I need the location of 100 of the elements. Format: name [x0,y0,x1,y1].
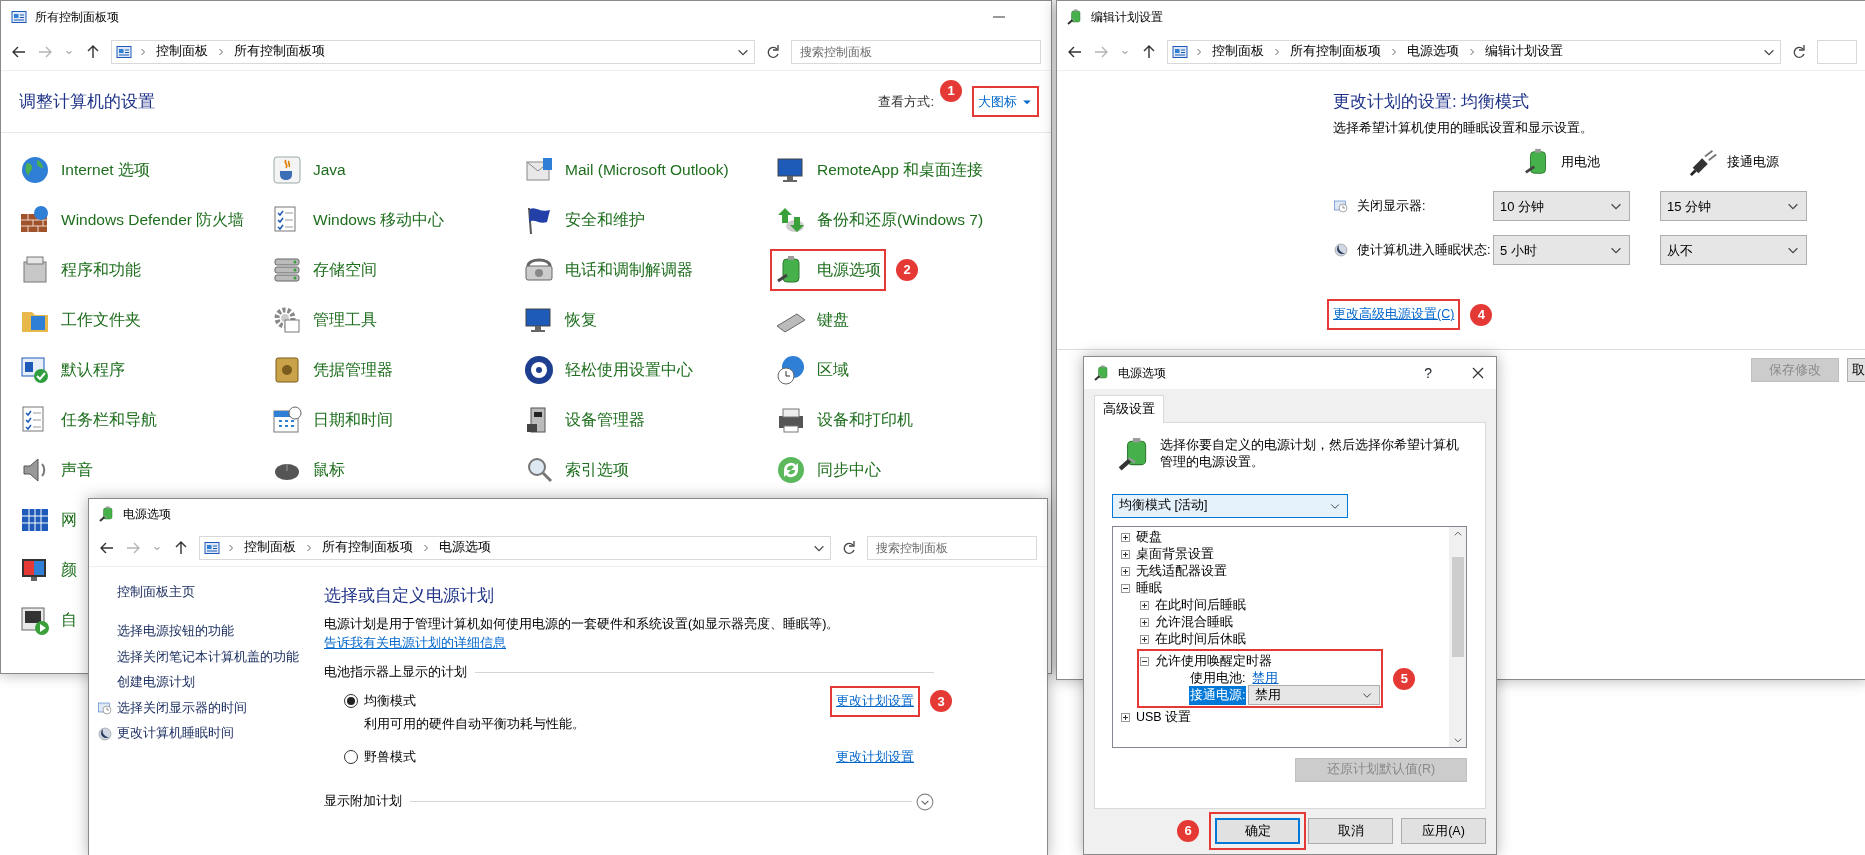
sidebar-link[interactable]: 控制面板主页 [117,583,195,603]
control-panel-link[interactable]: 安全和维护 [565,210,645,230]
refresh-icon[interactable] [841,539,857,556]
control-panel-link[interactable]: Windows Defender 防火墙 [61,210,245,230]
control-panel-link[interactable]: 日期和时间 [313,410,393,430]
collapse-icon[interactable] [1140,656,1149,666]
search-field[interactable]: 搜索控制面板 [791,39,1041,64]
control-panel-link[interactable]: 设备管理器 [565,410,645,430]
control-panel-link[interactable]: Java [313,160,346,180]
plan-dropdown[interactable]: 均衡模式 [活动] [1112,493,1348,518]
breadcrumb[interactable]: 所有控制面板项 [1288,42,1383,61]
footer-button[interactable]: 取 [1847,358,1865,382]
control-panel-link[interactable]: 索引选项 [565,460,629,480]
dropdown[interactable]: 从不 [1660,235,1807,266]
dropdown[interactable]: 禁用 [1248,685,1381,706]
sidebar-link[interactable]: 选择关闭显示器的时间 [117,698,247,718]
control-panel-link[interactable]: 恢复 [565,310,597,330]
control-panel-link[interactable]: Windows 移动中心 [313,210,445,230]
up-arrow-icon[interactable] [173,539,189,556]
control-panel-link[interactable]: 轻松使用设置中心 [565,360,693,380]
view-dropdown[interactable]: 大图标 [978,91,1033,112]
breadcrumb[interactable]: 编辑计划设置 [1483,42,1565,61]
sidebar-link[interactable]: 选择关闭笔记本计算机盖的功能 [117,647,299,668]
control-panel-link[interactable]: 颜 [61,560,77,580]
control-panel-link[interactable]: 网 [61,510,77,530]
control-panel-link[interactable]: Internet 选项 [61,160,150,180]
tree-item[interactable]: 桌面背景设置 [1136,544,1214,564]
control-panel-link[interactable]: 备份和还原(Windows 7) [817,210,984,230]
sync-icon [775,454,807,486]
refresh-icon[interactable] [765,43,781,60]
breadcrumb[interactable]: 电源选项 [1405,42,1461,61]
control-panel-link[interactable]: 存储空间 [313,260,377,280]
control-panel-link[interactable]: 管理工具 [313,310,377,330]
control-panel-link[interactable]: Mail (Microsoft Outlook) [565,160,729,180]
control-panel-link[interactable]: 电话和调制解调器 [565,260,693,280]
plan-settings-link[interactable]: 更改计划设置 [836,692,914,711]
tree-item[interactable]: 无线适配器设置 [1136,561,1227,581]
control-panel-link[interactable]: 任务栏和导航 [61,410,157,430]
scrollbar[interactable] [1449,526,1466,747]
tree-item[interactable]: 硬盘 [1136,527,1162,547]
expand-icon[interactable] [1140,634,1149,644]
tree-item[interactable]: 允许混合睡眠 [1155,612,1233,632]
refresh-icon[interactable] [1791,43,1807,60]
breadcrumb[interactable]: 所有控制面板项 [232,42,327,61]
control-panel-link[interactable]: 工作文件夹 [61,310,141,330]
control-panel-link[interactable]: 同步中心 [817,460,881,480]
close-icon[interactable] [1470,365,1486,381]
expand-icon[interactable] [1121,532,1130,542]
radio-button[interactable] [344,749,358,764]
breadcrumb[interactable]: 所有控制面板项 [320,538,415,557]
dropdown[interactable]: 10 分钟 [1493,191,1630,222]
expand-icon[interactable] [1140,617,1149,627]
control-panel-link[interactable]: RemoteApp 和桌面连接 [817,160,984,180]
control-panel-link[interactable]: 设备和打印机 [817,410,913,430]
help-link[interactable]: 告诉我有关电源计划的详细信息 [324,635,506,650]
sidebar-link[interactable]: 更改计算机睡眠时间 [117,723,234,744]
tree-item[interactable]: USB 设置 [1136,707,1192,727]
dialog-button[interactable]: 确定 [1215,818,1300,844]
tree-item[interactable]: 在此时间后休眠 [1155,629,1246,649]
radio-button[interactable] [344,694,358,709]
expand-icon[interactable] [1121,712,1130,722]
expand-icon[interactable] [1140,600,1149,610]
breadcrumb[interactable]: 控制面板 [1210,42,1266,61]
dialog-button[interactable]: 取消 [1308,818,1393,844]
tree-item[interactable]: 睡眠 [1136,578,1162,598]
help-button[interactable]: ? [1424,362,1432,384]
breadcrumb[interactable]: 电源选项 [437,538,493,557]
control-panel-link[interactable]: 电源选项 [817,260,881,280]
address-bar[interactable]: 控制面板 所有控制面板项 [111,39,755,64]
clock-icon [97,700,113,717]
expand-icon[interactable] [1121,566,1130,576]
dropdown[interactable]: 15 分钟 [1660,191,1807,222]
up-arrow-icon[interactable] [85,43,101,60]
address-bar[interactable]: 控制面板 所有控制面板项 电源选项 编辑计划设置 [1167,39,1781,64]
breadcrumb[interactable]: 控制面板 [242,538,298,557]
breadcrumb[interactable]: 控制面板 [154,42,210,61]
address-bar[interactable]: 控制面板 所有控制面板项 电源选项 [199,535,831,560]
advanced-settings-link[interactable]: 更改高级电源设置(C) [1333,305,1455,324]
expand-icon[interactable] [1121,549,1130,559]
sidebar-link[interactable]: 创建电源计划 [117,673,195,693]
collapse-icon[interactable] [1121,583,1130,593]
search-field[interactable] [1817,39,1857,64]
sidebar-link[interactable]: 选择电源按钮的功能 [117,622,234,642]
control-panel-link[interactable]: 自 [61,610,77,630]
control-panel-link[interactable]: 凭据管理器 [313,360,393,380]
control-panel-link[interactable]: 鼠标 [313,460,345,480]
tab[interactable]: 高级设置 [1094,395,1164,423]
control-panel-link[interactable]: 默认程序 [61,360,125,380]
control-panel-link[interactable]: 程序和功能 [61,260,141,280]
tree-item[interactable]: 在此时间后睡眠 [1155,595,1246,615]
control-panel-link[interactable]: 键盘 [817,310,849,330]
up-arrow-icon[interactable] [1141,43,1157,60]
control-panel-link[interactable]: 声音 [61,460,93,480]
search-field[interactable]: 搜索控制面板 [867,535,1037,560]
dropdown[interactable]: 5 小时 [1493,235,1630,266]
tree-item[interactable]: 允许使用唤醒定时器 [1155,651,1272,671]
setting-value-link[interactable]: 禁用 [1252,668,1279,688]
dialog-button[interactable]: 应用(A) [1401,818,1486,844]
control-panel-link[interactable]: 区域 [817,360,849,380]
plan-settings-link[interactable]: 更改计划设置 [836,747,914,767]
